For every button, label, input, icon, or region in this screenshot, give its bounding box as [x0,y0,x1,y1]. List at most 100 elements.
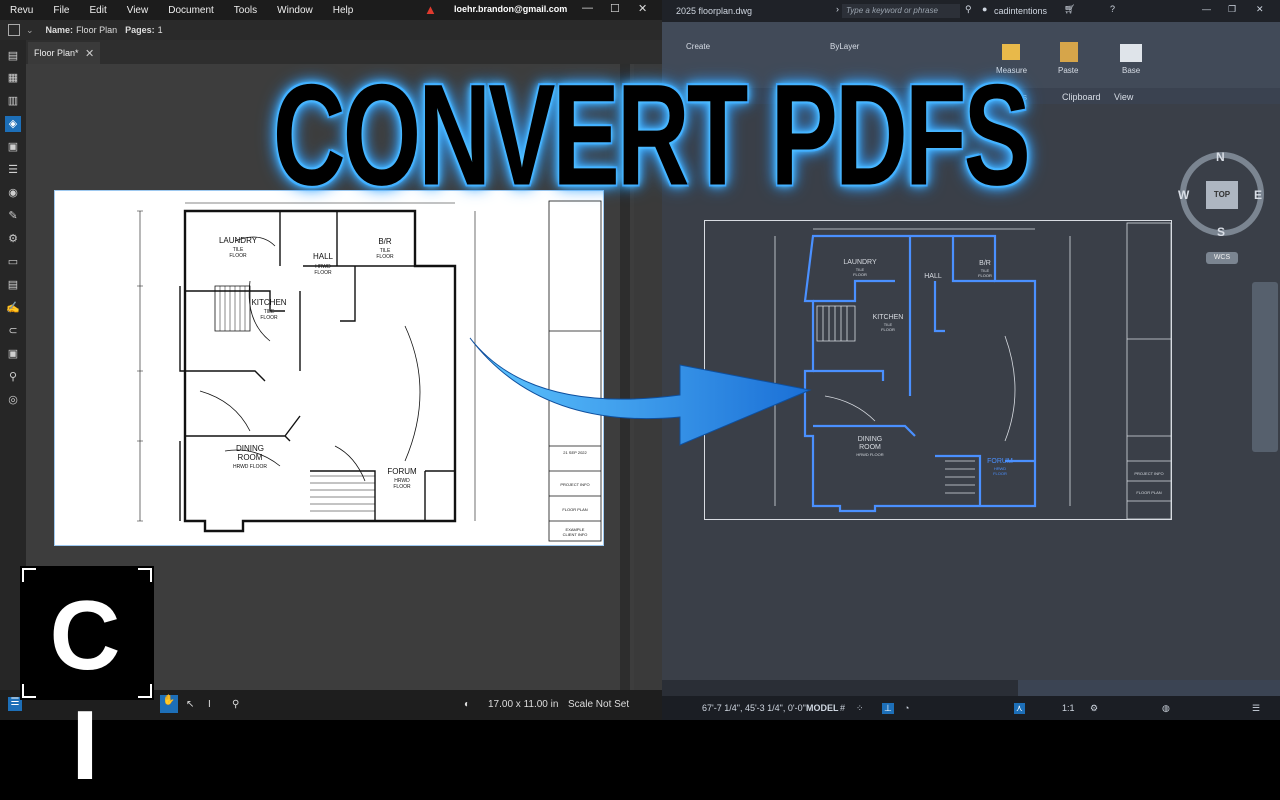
svg-text:FORUM: FORUM [987,458,1013,465]
name-label: Name: [45,25,74,35]
menu-tools[interactable]: Tools [224,5,267,16]
customize-icon[interactable]: ☰ [1252,703,1260,714]
studio-icon[interactable]: ◉ [5,185,21,201]
bookmarks-icon[interactable]: ▥ [5,93,21,109]
file-access-icon[interactable]: ◎ [5,392,21,408]
properties-icon[interactable]: ☰ [5,162,21,178]
toolchest-icon[interactable]: ▣ [5,139,21,155]
compass-west[interactable]: W [1178,188,1189,202]
svg-text:PROJECT INFO: PROJECT INFO [1134,471,1163,476]
chevron-right-icon[interactable]: › [836,4,839,14]
forms-icon[interactable]: ▤ [5,277,21,293]
label-laundry: LAUNDRY [219,236,258,245]
name-value: Floor Plan [76,25,118,35]
scale-status[interactable]: Scale Not Set [568,699,629,710]
settings-icon[interactable]: ⚙ [1090,703,1098,714]
command-line[interactable] [662,680,1018,696]
svg-text:ROOM: ROOM [238,453,263,462]
svg-text:CLIENT INFO: CLIENT INFO [563,532,588,537]
select-icon[interactable]: ↖ [186,699,194,710]
svg-text:HALL: HALL [924,273,942,280]
grid-icon[interactable]: # [840,703,845,713]
annotation-scale-icon[interactable]: ⋏ [1014,703,1025,714]
pan-hand-icon[interactable]: ✋ [160,695,178,713]
file-title: 2025 floorplan.dwg [676,6,753,16]
svg-text:FLOOR: FLOOR [993,471,1007,476]
headline-overlay: CONVERT PDFS [272,50,1030,220]
polar-icon[interactable]: ◔ [904,703,909,713]
menu-view[interactable]: View [117,5,159,16]
menu-window[interactable]: Window [267,5,323,16]
compass-east[interactable]: E [1254,188,1262,202]
contrast-icon[interactable]: ◐ [464,699,470,710]
menu-revu[interactable]: Revu [0,5,43,16]
base-icon[interactable] [1120,44,1142,62]
viewcube-top-face[interactable]: TOP [1206,181,1238,209]
svg-text:FLOOR PLAN: FLOOR PLAN [562,507,587,512]
close-window-icon[interactable]: ✕ [1256,4,1264,15]
chevron-down-icon[interactable]: ⌄ [26,25,34,36]
coordinates-readout: 67'-7 1/4", 45'-3 1/4", 0'-0" [702,703,806,713]
maximize-icon[interactable]: ☐ [610,2,620,15]
search-icon[interactable]: ⚲ [5,369,21,385]
snap-icon[interactable]: ⁘ [856,703,864,714]
sets-icon[interactable]: ▣ [5,346,21,362]
signatures-icon[interactable]: ✍ [5,300,21,316]
menu-help[interactable]: Help [323,5,364,16]
model-space-button[interactable]: MODEL [806,703,839,713]
svg-text:KITCHEN: KITCHEN [873,314,904,321]
svg-text:LAUNDRY: LAUNDRY [843,259,877,266]
isolate-icon[interactable]: ◍ [1162,703,1170,714]
svg-text:FLOOR: FLOOR [393,484,411,490]
user-name[interactable]: cadintentions [994,6,1047,16]
autocad-status-bar: 67'-7 1/4", 45'-3 1/4", 0'-0" MODEL # ⁘ … [662,696,1280,720]
close-tab-icon[interactable]: ✕ [85,47,94,60]
svg-text:HALL: HALL [313,252,334,261]
compass-south[interactable]: S [1217,225,1225,239]
compass-north[interactable]: N [1216,150,1225,164]
restore-icon[interactable]: ❐ [1228,4,1236,15]
svg-text:FLOOR: FLOOR [881,327,895,332]
minimize-icon[interactable]: — [1202,4,1211,14]
svg-text:FORUM: FORUM [387,467,417,476]
user-icon[interactable]: ● [982,4,987,14]
warning-icon[interactable]: ▲ [424,2,437,17]
page-size: 17.00 x 11.00 in [488,699,559,710]
wcs-menu[interactable]: WCS [1206,252,1238,264]
search-input[interactable]: Type a keyword or phrase [842,4,960,18]
svg-text:B/R: B/R [979,260,991,267]
navigation-bar[interactable] [1252,282,1278,452]
ortho-icon[interactable]: ⊥ [882,703,894,714]
menu-edit[interactable]: Edit [79,5,116,16]
view-panel[interactable]: View [1114,92,1133,102]
svg-text:DINING: DINING [236,444,264,453]
account-label[interactable]: loehr.brandon@gmail.com [454,4,567,14]
document-icon[interactable] [8,24,20,36]
markup-list-icon[interactable]: ✎ [5,208,21,224]
base-button[interactable]: Base [1122,66,1140,75]
cart-icon[interactable]: 🛒︎ [1064,4,1075,15]
measure-icon[interactable]: ▭ [5,254,21,270]
minimize-icon[interactable]: — [582,2,593,14]
zoom-icon[interactable]: ⚲ [232,699,239,710]
layers-icon[interactable]: ◈ [5,116,21,132]
thumbnails-icon[interactable]: ▦ [5,70,21,86]
pages-panel-icon[interactable]: ▤ [5,48,21,64]
svg-text:ROOM: ROOM [859,444,881,451]
links-icon[interactable]: ⊂ [5,323,21,339]
svg-text:FLOOR PLAN: FLOOR PLAN [1136,490,1161,495]
text-select-icon[interactable]: I [208,699,211,710]
help-icon[interactable]: ? [1110,4,1115,14]
paste-icon[interactable] [1060,42,1078,62]
search-icon[interactable]: ⚲ [965,4,972,15]
annotation-scale[interactable]: 1:1 [1062,703,1075,713]
svg-text:HRWD FLOOR: HRWD FLOOR [856,452,883,457]
menu-file[interactable]: File [43,5,79,16]
close-window-icon[interactable]: ✕ [638,2,647,15]
menu-document[interactable]: Document [158,5,224,16]
clipboard-panel[interactable]: Clipboard [1062,92,1101,102]
revu-menubar: Revu File Edit View Document Tools Windo… [0,0,662,20]
paste-button[interactable]: Paste [1058,66,1078,75]
settings-icon[interactable]: ⚙ [5,231,21,247]
pages-label: Pages: [125,25,155,35]
